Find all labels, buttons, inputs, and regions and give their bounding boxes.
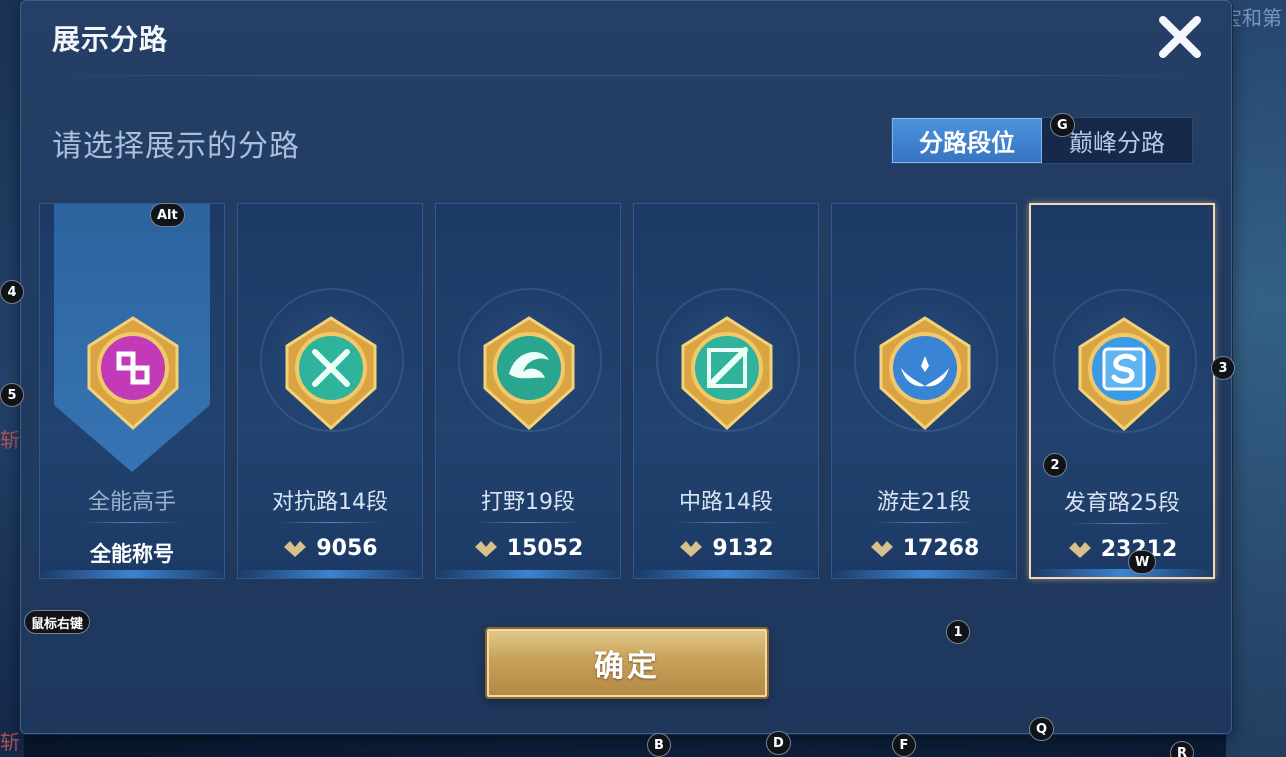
card-score: 17268 — [832, 536, 1016, 561]
card-divider — [674, 522, 778, 523]
card-role: 发育路25段 — [1064, 491, 1180, 516]
key-hint-1: 1 — [946, 620, 970, 644]
card-score-value: 9056 — [316, 536, 378, 561]
key-hint-w: W — [1128, 550, 1157, 574]
tab-lane-rank[interactable]: 分路段位 — [892, 118, 1042, 163]
card-divider — [476, 522, 580, 523]
background-glyph: 斩 — [0, 428, 20, 452]
card-role: 游走21段 — [877, 490, 971, 515]
card-divider — [1071, 523, 1173, 524]
background-right-edge — [1226, 0, 1286, 757]
lane-card-jungle[interactable]: 打野19段 15052 — [435, 203, 621, 579]
all-round-emblem-icon — [83, 316, 183, 432]
key-hint-right-click: 鼠标右键 — [24, 610, 91, 634]
mid-lane-emblem-icon — [677, 316, 777, 432]
key-hint-2: 2 — [1043, 453, 1067, 477]
peak-points-icon — [1068, 541, 1091, 558]
card-score: 9056 — [238, 536, 422, 561]
close-button[interactable] — [1155, 12, 1205, 62]
peak-points-icon — [680, 540, 703, 557]
key-hint-q: Q — [1029, 717, 1055, 741]
clash-lane-emblem-icon — [281, 316, 381, 432]
card-divider — [278, 522, 382, 523]
card-role: 全能高手 — [87, 490, 176, 515]
lane-card-roam[interactable]: 游走21段 17268 — [831, 203, 1017, 579]
lane-card-mid[interactable]: 中路14段 9132 — [633, 203, 819, 579]
farm-lane-emblem-icon — [1074, 317, 1174, 433]
card-score: 23212 — [1031, 537, 1213, 562]
background-glyph: 斩 — [0, 730, 20, 754]
card-score: 15052 — [436, 536, 620, 561]
lane-mode-tabs: 分路段位 巅峰分路 — [891, 117, 1193, 164]
key-hint-g: G — [1050, 113, 1075, 137]
card-divider — [80, 522, 184, 523]
close-icon — [1159, 16, 1201, 58]
dialog-subtitle: 请选择展示的分路 — [52, 129, 300, 164]
lane-card-clash[interactable]: 对抗路14段 9056 — [237, 203, 423, 579]
card-score-value: 17268 — [902, 536, 980, 561]
key-hint-d: D — [766, 731, 791, 755]
peak-points-icon — [284, 540, 307, 557]
card-title-label: 全能称号 — [90, 542, 174, 566]
card-score: 9132 — [634, 536, 818, 561]
key-hint-alt: Alt — [150, 203, 185, 227]
key-hint-b: B — [647, 733, 671, 757]
lane-card-all-round[interactable]: 全能高手 全能称号 — [39, 203, 225, 579]
key-hint-5: 5 — [0, 383, 24, 407]
key-hint-4: 4 — [0, 280, 24, 304]
jungle-dragon-emblem-icon — [479, 316, 579, 432]
key-hint-3: 3 — [1211, 356, 1235, 380]
dialog-title: 展示分路 — [52, 23, 169, 56]
peak-points-icon — [870, 540, 893, 557]
key-hint-f: F — [892, 733, 916, 757]
card-role: 中路14段 — [679, 490, 773, 515]
card-score-value: 9132 — [712, 536, 774, 561]
roam-wings-emblem-icon — [875, 316, 975, 432]
card-role: 打野19段 — [481, 490, 575, 515]
card-divider — [872, 522, 976, 523]
lane-card-farm[interactable]: 发育路25段 23212 — [1029, 203, 1215, 579]
key-hint-r: R — [1170, 741, 1195, 757]
card-score-value: 15052 — [506, 536, 584, 561]
card-role: 对抗路14段 — [272, 490, 388, 515]
peak-points-icon — [474, 540, 497, 557]
confirm-button[interactable]: 确定 — [487, 629, 767, 697]
